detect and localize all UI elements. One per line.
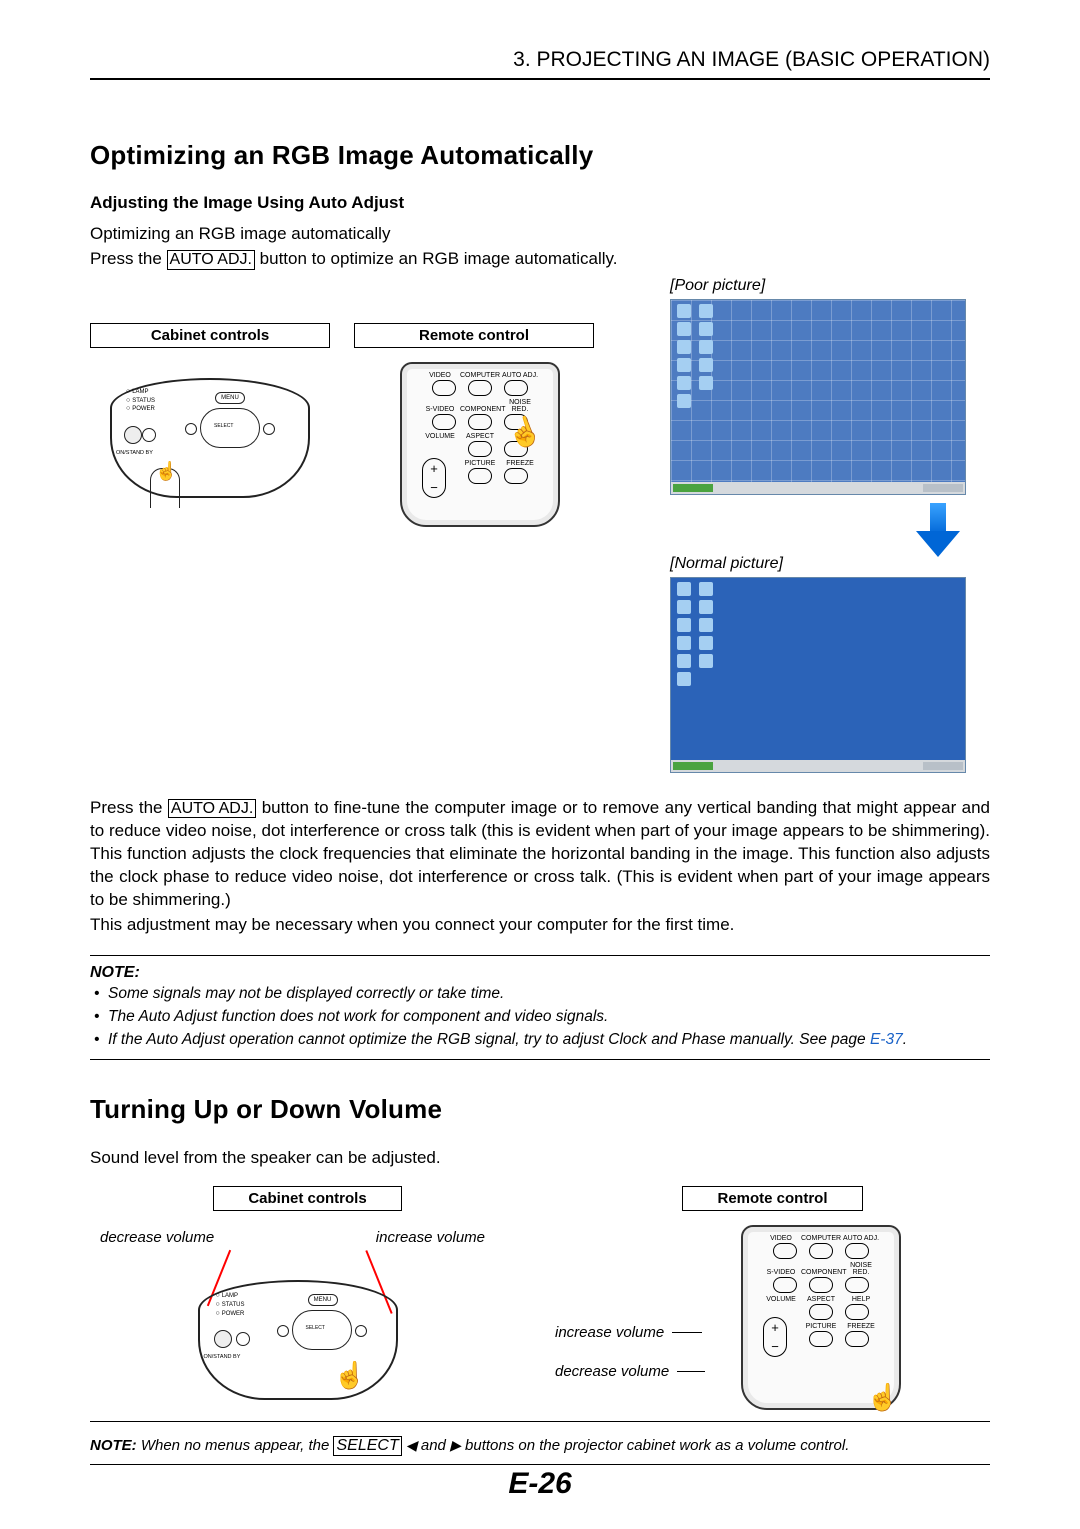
- pointing-hand-icon: ☝: [867, 1382, 899, 1413]
- note-rule-top: [90, 955, 990, 956]
- page-number: E-26: [0, 1467, 1080, 1501]
- select-label: SELECT: [214, 423, 233, 429]
- poor-picture-image: [670, 299, 966, 495]
- remote-decrease-label: decrease volume: [555, 1363, 669, 1380]
- triangle-right-icon: ▶: [450, 1437, 461, 1454]
- paragraph-autoadj: Press the AUTO ADJ. button to fine-tune …: [90, 797, 990, 912]
- menu-button-icon: MENU: [215, 392, 245, 404]
- status-indicator: STATUS: [126, 397, 155, 406]
- section1-line2: Press the AUTO ADJ. button to optimize a…: [90, 248, 990, 271]
- source-button-icon: [142, 428, 156, 442]
- note-list: Some signals may not be displayed correc…: [90, 982, 990, 1052]
- poor-picture-label: [Poor picture]: [670, 277, 990, 295]
- select-button-ref: SELECT: [333, 1436, 401, 1456]
- para1a: Press the: [90, 798, 168, 817]
- cabinet-volume-block: Cabinet controls decrease volume increas…: [90, 1186, 525, 1410]
- remote-increase-label: increase volume: [555, 1324, 664, 1341]
- remote-control-illustration: VIDEOCOMPUTERAUTO ADJ. S-VIDEOCOMPONENTN…: [364, 358, 584, 518]
- cabinet-controls-head-2: Cabinet controls: [213, 1186, 401, 1211]
- cabinet-controls-illustration: LAMP STATUS POWER ON/STAND BY MENU SELEC…: [100, 358, 320, 518]
- remote-volume-illustration: VIDEOCOMPUTERAUTO ADJ. S-VIDEOCOMPONENTN…: [705, 1221, 925, 1411]
- remote-control-block: Remote control VIDEOCOMPUTERAUTO ADJ. S-…: [354, 323, 594, 523]
- onstandby-label: ON/STAND BY: [116, 450, 153, 456]
- note-item-3: If the Auto Adjust operation cannot opti…: [108, 1028, 990, 1051]
- autoadj-button-ref-1: AUTO ADJ.: [167, 250, 255, 270]
- remote-control-head-2: Remote control: [682, 1186, 862, 1211]
- autoadj-button-ref-2: AUTO ADJ.: [168, 799, 256, 819]
- bottom-note: NOTE: When no menus appear, the SELECT ◀…: [90, 1436, 990, 1456]
- remote-label-volume: VOLUME: [420, 433, 460, 440]
- normal-picture-label: [Normal picture]: [670, 555, 990, 573]
- select-pad-icon: SELECT: [200, 408, 260, 448]
- pointing-hand-icon: [150, 468, 180, 508]
- normal-picture-image: [670, 577, 966, 773]
- cabinet-controls-block: Cabinet controls LAMP STATUS POWER ON/ST…: [90, 323, 330, 523]
- increase-volume-label: increase volume: [376, 1229, 485, 1246]
- remote-label-picture: PICTURE: [460, 460, 500, 467]
- remote-label-svideo: S-VIDEO: [420, 406, 460, 413]
- line2a: Press the: [90, 249, 167, 268]
- power-button-icon: [124, 426, 142, 444]
- line2b: button to optimize an RGB image automati…: [260, 249, 618, 268]
- remote-label-aspect: ASPECT: [460, 433, 500, 440]
- section1-title: Optimizing an RGB Image Automatically: [90, 140, 990, 171]
- bottom-note-rule-bottom: [90, 1464, 990, 1465]
- chapter-header: 3. PROJECTING AN IMAGE (BASIC OPERATION): [90, 48, 990, 80]
- bottom-note-b: ◀ and ▶ buttons on the projector cabinet…: [406, 1437, 849, 1454]
- paragraph-first-time: This adjustment may be necessary when yo…: [90, 914, 990, 937]
- remote-label-video: VIDEO: [420, 372, 460, 379]
- section1-line1: Optimizing an RGB image automatically: [90, 223, 990, 246]
- remote-label-autoadj: AUTO ADJ.: [500, 372, 540, 379]
- note-item-1: Some signals may not be displayed correc…: [108, 982, 990, 1005]
- remote-label-freeze: FREEZE: [500, 460, 540, 467]
- remote-volume-block: Remote control increase volume decrease …: [555, 1186, 990, 1411]
- pointing-hand-icon: ☝: [334, 1360, 366, 1391]
- power-indicator: POWER: [126, 405, 155, 414]
- page-ref-link[interactable]: E-37: [870, 1031, 903, 1048]
- remote-control-head: Remote control: [354, 323, 594, 348]
- section1-subtitle: Adjusting the Image Using Auto Adjust: [90, 193, 990, 213]
- cabinet-controls-head: Cabinet controls: [90, 323, 330, 348]
- bottom-note-a: When no menus appear, the: [141, 1437, 334, 1454]
- bottom-note-rule-top: [90, 1421, 990, 1422]
- cabinet-volume-illustration: LAMP STATUS POWER ON/STAND BY MENU SELEC…: [158, 1250, 458, 1410]
- section2-intro: Sound level from the speaker can be adju…: [90, 1147, 990, 1170]
- bottom-note-lead: NOTE:: [90, 1437, 137, 1454]
- section2-title: Turning Up or Down Volume: [90, 1094, 990, 1125]
- note-heading: NOTE:: [90, 964, 990, 982]
- decrease-volume-label: decrease volume: [100, 1229, 214, 1246]
- arrow-down-icon: [916, 503, 960, 555]
- remote-label-computer: COMPUTER: [460, 372, 500, 379]
- triangle-left-icon: ◀: [406, 1437, 417, 1454]
- volume-plusminus-icon: +−: [422, 458, 446, 498]
- remote-label-component: COMPONENT: [460, 406, 500, 413]
- lamp-indicator: LAMP: [126, 388, 155, 397]
- note-rule-bottom: [90, 1059, 990, 1060]
- note-item-2: The Auto Adjust function does not work f…: [108, 1005, 990, 1028]
- example-screenshots: [Poor picture] [Normal picture]: [670, 283, 990, 781]
